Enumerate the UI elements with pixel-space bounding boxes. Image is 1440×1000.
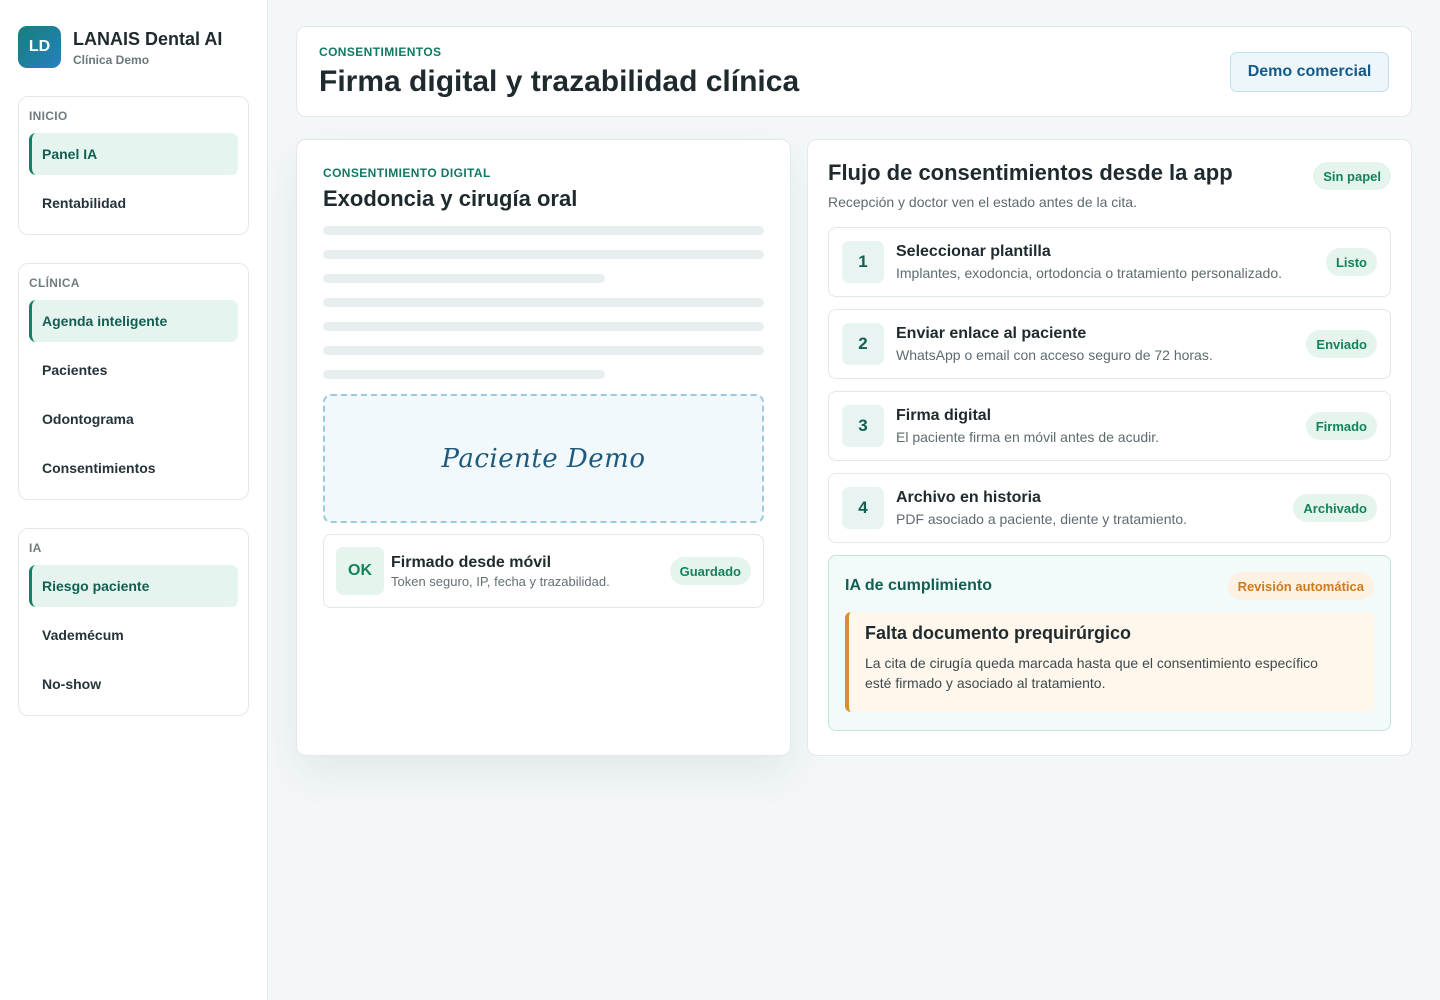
step-description: Implantes, exodoncia, ortodoncia o trata… xyxy=(896,265,1283,281)
text-line xyxy=(323,298,764,307)
flow-step[interactable]: 1 Seleccionar plantilla Implantes, exodo… xyxy=(828,227,1391,297)
step-number: 1 xyxy=(842,241,884,283)
consent-flow-card: Flujo de consentimientos desde la app Re… xyxy=(807,139,1412,756)
nav-group-inicio: INICIO Panel IA Rentabilidad xyxy=(18,96,249,235)
step-status-badge: Firmado xyxy=(1305,412,1377,440)
step-number: 4 xyxy=(842,487,884,529)
text-line xyxy=(323,322,764,331)
document-eyebrow: CONSENTIMIENTO DIGITAL xyxy=(323,166,491,180)
document-text-placeholder xyxy=(323,226,764,379)
document-title: Exodoncia y cirugía oral xyxy=(323,186,578,211)
section-eyebrow: CONSENTIMIENTOS xyxy=(319,45,442,59)
nav-group-title: INICIO xyxy=(29,109,68,123)
sidebar-item-rentabilidad[interactable]: Rentabilidad xyxy=(29,182,238,224)
brand-name: LANAIS Dental AI xyxy=(73,28,223,49)
step-status-badge: Enviado xyxy=(1306,330,1377,358)
signature-pad[interactable]: Paciente Demo xyxy=(323,394,764,523)
text-line xyxy=(323,226,764,235)
nav-group-clinica: CLÍNICA Agenda inteligente Pacientes Odo… xyxy=(18,263,249,500)
flow-steps: 1 Seleccionar plantilla Implantes, exodo… xyxy=(828,227,1391,543)
step-title: Firma digital xyxy=(896,407,992,424)
step-status-badge: Listo xyxy=(1325,248,1377,276)
text-line xyxy=(323,370,605,379)
ok-badge: OK xyxy=(336,547,384,595)
compliance-alert: Falta documento prequirúrgico La cita de… xyxy=(845,612,1374,712)
step-title: Enviar enlace al paciente xyxy=(896,325,1087,342)
demo-button[interactable]: Demo comercial xyxy=(1230,52,1389,92)
sidebar-item-odontograma[interactable]: Odontograma xyxy=(29,398,238,440)
sidebar-item-no-show[interactable]: No-show xyxy=(29,663,238,705)
sidebar: LD LANAIS Dental AI Clínica Demo INICIO … xyxy=(0,0,268,1000)
page-header: CONSENTIMIENTOS Firma digital y trazabil… xyxy=(296,26,1412,117)
sidebar-item-consentimientos[interactable]: Consentimientos xyxy=(29,447,238,489)
sidebar-item-vademecum[interactable]: Vademécum xyxy=(29,614,238,656)
text-line xyxy=(323,274,605,283)
sidebar-item-pacientes[interactable]: Pacientes xyxy=(29,349,238,391)
flow-badge: Sin papel xyxy=(1313,162,1391,190)
status-badge: Guardado xyxy=(669,557,751,585)
ai-badge: Revisión automática xyxy=(1227,572,1374,600)
signature: Paciente Demo xyxy=(441,443,646,474)
flow-step[interactable]: 2 Enviar enlace al paciente WhatsApp o e… xyxy=(828,309,1391,379)
step-description: El paciente firma en móvil antes de acud… xyxy=(896,429,1160,445)
step-title: Archivo en historia xyxy=(896,489,1041,506)
step-status-badge: Archivado xyxy=(1293,494,1377,522)
flow-title: Flujo de consentimientos desde la app xyxy=(828,160,1233,185)
flow-subtitle: Recepción y doctor ven el estado antes d… xyxy=(828,194,1137,210)
step-description: PDF asociado a paciente, diente y tratam… xyxy=(896,511,1188,527)
step-number: 2 xyxy=(842,323,884,365)
brand: LD LANAIS Dental AI Clínica Demo xyxy=(18,26,249,68)
text-line xyxy=(323,346,764,355)
nav-group-ia: IA Riesgo paciente Vademécum No-show xyxy=(18,528,249,716)
brand-logo[interactable]: LD xyxy=(18,26,61,68)
step-title: Seleccionar plantilla xyxy=(896,243,1051,260)
nav-group-title: IA xyxy=(29,541,42,555)
sidebar-item-panel-ia[interactable]: Panel IA xyxy=(29,133,238,175)
signed-subtitle: Token seguro, IP, fecha y trazabilidad. xyxy=(391,573,610,589)
consent-document-card: CONSENTIMIENTO DIGITAL Exodoncia y cirug… xyxy=(296,139,791,756)
alert-text: La cita de cirugía queda marcada hasta q… xyxy=(865,655,1318,691)
step-description: WhatsApp o email con acceso seguro de 72… xyxy=(896,347,1213,363)
signed-status: OK Firmado desde móvil Token seguro, IP,… xyxy=(323,534,764,608)
signed-title: Firmado desde móvil xyxy=(391,553,552,571)
flow-step[interactable]: 3 Firma digital El paciente firma en móv… xyxy=(828,391,1391,461)
clinic-name: Clínica Demo xyxy=(73,52,150,67)
sidebar-item-riesgo-paciente[interactable]: Riesgo paciente xyxy=(29,565,238,607)
step-number: 3 xyxy=(842,405,884,447)
page-title: Firma digital y trazabilidad clínica xyxy=(319,65,800,98)
text-line xyxy=(323,250,764,259)
flow-step[interactable]: 4 Archivo en historia PDF asociado a pac… xyxy=(828,473,1391,543)
nav-group-title: CLÍNICA xyxy=(29,276,80,290)
ai-compliance-panel: IA de cumplimiento Revisión automática F… xyxy=(828,555,1391,731)
ai-title: IA de cumplimiento xyxy=(845,577,992,594)
sidebar-item-agenda[interactable]: Agenda inteligente xyxy=(29,300,238,342)
alert-title: Falta documento prequirúrgico xyxy=(865,623,1132,643)
